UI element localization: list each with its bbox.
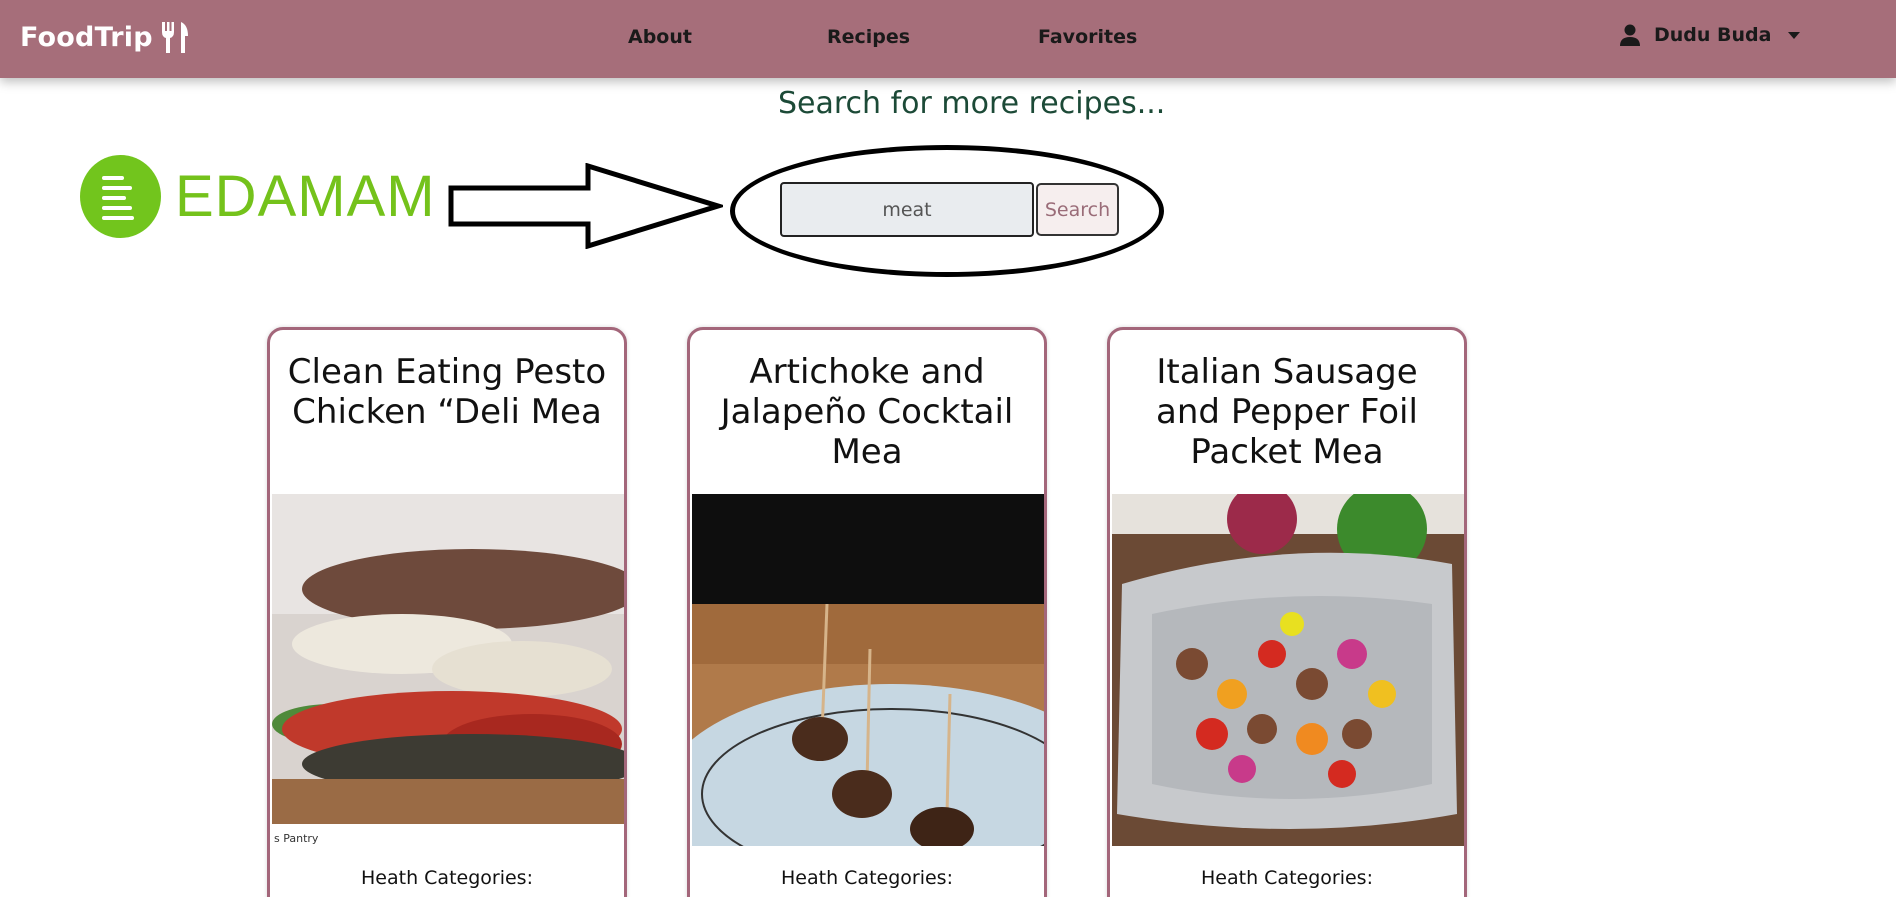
svg-text:s Pantry: s Pantry: [274, 832, 319, 845]
recipe-image[interactable]: [692, 494, 1044, 846]
recipe-title: Clean Eating Pesto Chicken “Deli Mea: [287, 352, 607, 432]
search-button[interactable]: Search: [1036, 183, 1119, 236]
chevron-down-icon[interactable]: [1788, 31, 1801, 39]
health-categories-label: Heath Categories:: [1201, 867, 1373, 889]
navbar: FoodTrip About Recipes Favorites Dudu Bu…: [0, 0, 1896, 78]
nav-link-favorites[interactable]: Favorites: [1038, 26, 1137, 48]
brand-name[interactable]: FoodTrip: [20, 22, 153, 53]
edamam-logo-text: EDAMAM: [175, 164, 436, 229]
search-heading: Search for more recipes...: [778, 86, 1166, 121]
recipe-card[interactable]: Clean Eating Pesto Chicken “Deli Mea s P…: [267, 327, 627, 897]
user-menu[interactable]: Dudu Buda: [1620, 24, 1801, 46]
meatballs-photo: [692, 494, 1044, 846]
recipe-title: Artichoke and Jalapeño Cocktail Mea: [720, 352, 1014, 472]
arrow-right-icon: [448, 163, 723, 249]
health-categories-label: Heath Categories:: [781, 867, 953, 889]
recipe-image[interactable]: [1112, 494, 1464, 846]
recipe-card[interactable]: Italian Sausage and Pepper Foil Packet M…: [1107, 327, 1467, 897]
nav-link-about[interactable]: About: [628, 26, 692, 48]
foil-packet-photo: [1112, 494, 1464, 846]
recipe-image[interactable]: s Pantry: [272, 494, 624, 846]
user-name[interactable]: Dudu Buda: [1654, 24, 1771, 46]
brand-logo[interactable]: FoodTrip: [20, 20, 191, 54]
edamam-logo-icon: [80, 155, 161, 238]
nav-link-recipes[interactable]: Recipes: [827, 26, 910, 48]
sandwich-photo: s Pantry: [272, 494, 624, 846]
user-icon: [1620, 24, 1640, 46]
recipe-card[interactable]: Artichoke and Jalapeño Cocktail Mea Heat…: [687, 327, 1047, 897]
utensils-icon: [161, 22, 188, 53]
recipe-title: Italian Sausage and Pepper Foil Packet M…: [1156, 352, 1418, 472]
search-input[interactable]: [780, 182, 1034, 237]
health-categories-label: Heath Categories:: [361, 867, 533, 889]
edamam-logo: EDAMAM: [80, 155, 436, 238]
